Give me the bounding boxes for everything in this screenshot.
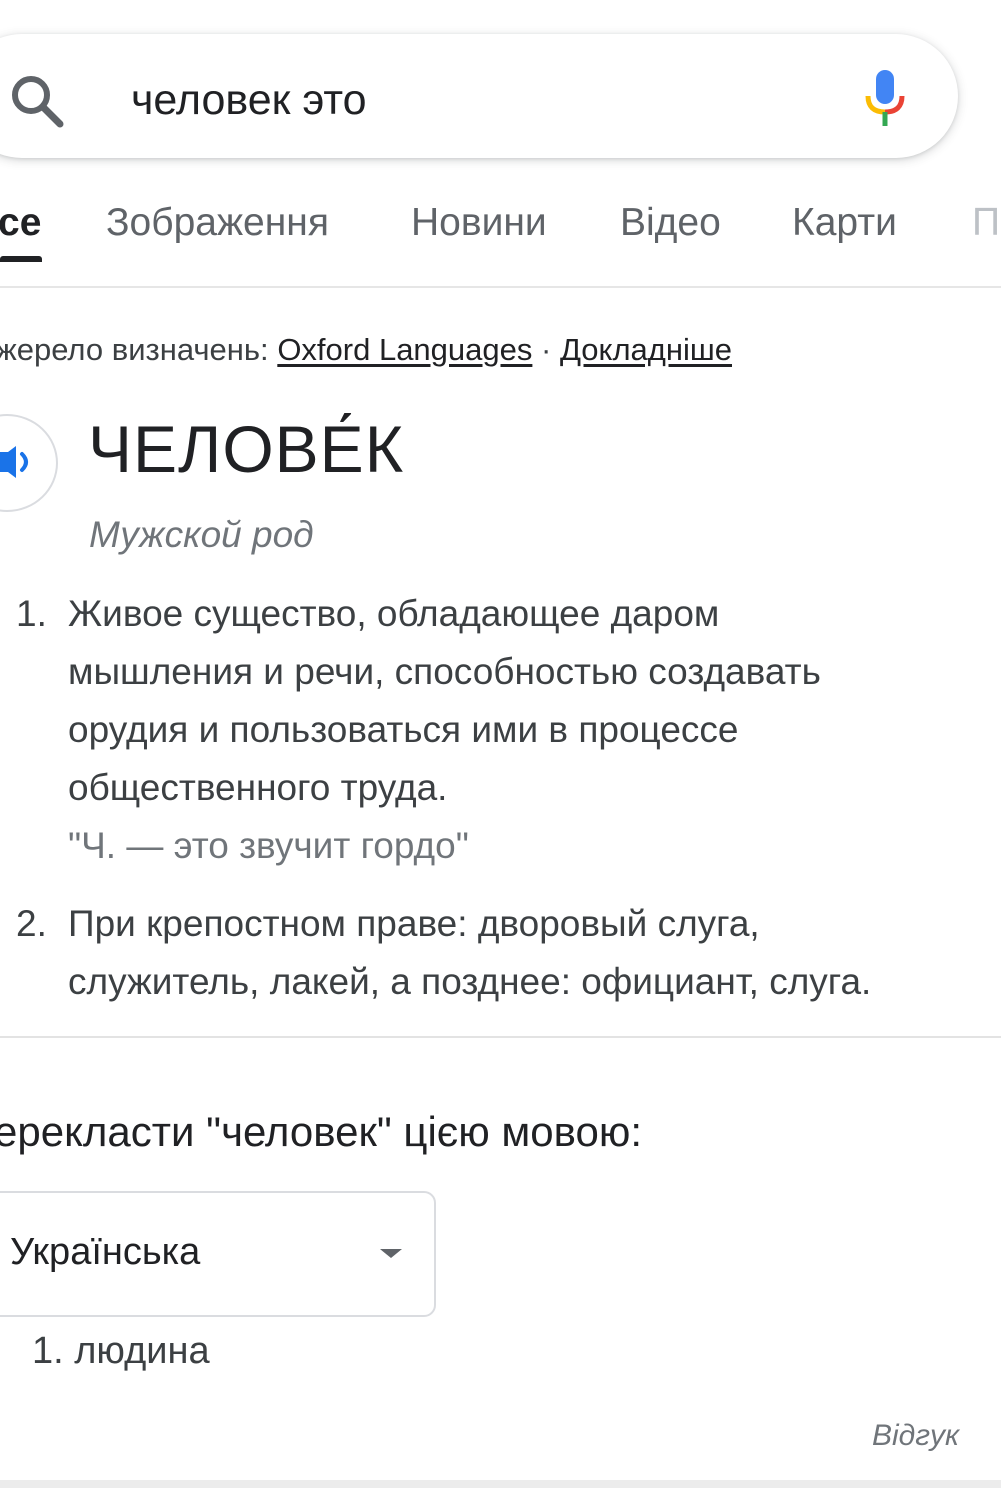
- search-icon[interactable]: [8, 72, 66, 130]
- tab-video[interactable]: Відео: [620, 200, 721, 246]
- tab-more[interactable]: П: [972, 200, 1000, 246]
- definition-line: При крепостном праве: дворовый слуга,: [68, 903, 760, 944]
- tab-maps[interactable]: Карти: [792, 200, 897, 246]
- oxford-languages-link[interactable]: Oxford Languages: [277, 332, 532, 367]
- tab-news[interactable]: Новини: [411, 200, 547, 246]
- definition-text: При крепостном праве: дворовый слуга, сл…: [68, 895, 968, 1011]
- source-prefix: жерело визначень:: [0, 332, 269, 367]
- definition-line: орудия и пользоваться ими в процессе: [68, 709, 739, 750]
- tab-active-indicator: [0, 256, 42, 262]
- feedback-link[interactable]: Відгук: [872, 1418, 959, 1454]
- part-of-speech: Мужской род: [89, 514, 314, 555]
- tab-all[interactable]: се: [0, 200, 41, 246]
- source-separator: ·: [541, 332, 552, 367]
- definition-line: мышления и речи, способностью создавать: [68, 651, 821, 692]
- translation-result: 1. людина: [32, 1330, 210, 1372]
- headword: ЧЕЛОВЕ́К: [88, 412, 405, 486]
- translate-heading: ерекласти "человек" цією мовою:: [0, 1108, 642, 1155]
- definition-line: общественного труда.: [68, 767, 448, 808]
- learn-more-link[interactable]: Докладніше: [560, 332, 732, 367]
- mic-icon[interactable]: [862, 68, 908, 128]
- bottom-divider: [0, 1480, 1001, 1488]
- definition-example: "Ч. — это звучит гордо": [68, 825, 469, 866]
- definition-line: служитель, лакей, а позднее: официант, с…: [68, 961, 872, 1002]
- definition-source: жерело визначень: Oxford Languages · Док…: [0, 330, 732, 370]
- definition-number: 1.: [16, 593, 47, 634]
- search-input[interactable]: человек это: [131, 74, 367, 126]
- section-divider: [0, 1036, 1001, 1038]
- search-tabs: се Зображення Новини Відео Карти П: [0, 190, 1001, 262]
- definition-text: Живое существо, обладающее даром мышлени…: [68, 585, 968, 875]
- definition-line: Живое существо, обладающее даром: [68, 593, 720, 634]
- speaker-icon[interactable]: [0, 444, 36, 480]
- tab-images[interactable]: Зображення: [106, 200, 329, 246]
- tabs-divider: [0, 286, 1001, 288]
- language-select-value[interactable]: Українська: [10, 1228, 200, 1276]
- definition-number: 2.: [16, 903, 47, 944]
- chevron-down-icon[interactable]: [380, 1249, 402, 1258]
